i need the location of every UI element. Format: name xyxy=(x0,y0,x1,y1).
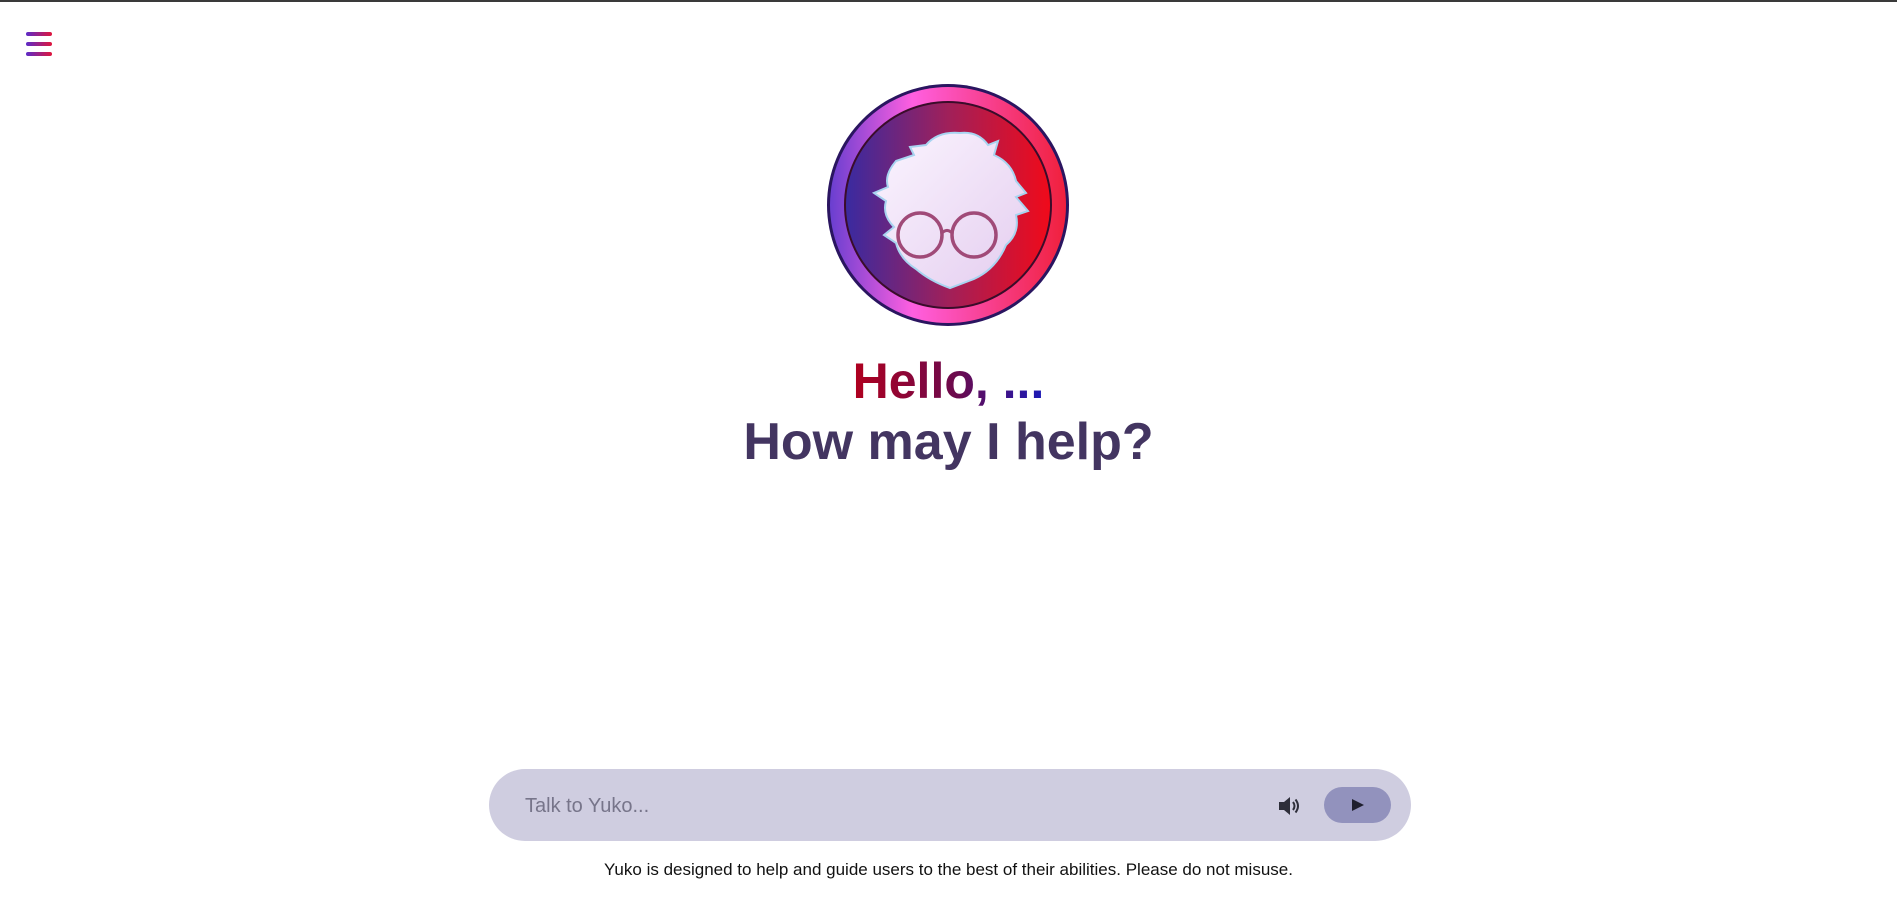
speaker-icon[interactable] xyxy=(1276,793,1302,819)
help-subtitle: How may I help? xyxy=(743,413,1154,471)
greeting-text: Hello, ... xyxy=(852,353,1045,409)
menu-bar-line xyxy=(26,52,52,56)
hamburger-menu-icon[interactable] xyxy=(24,30,54,58)
menu-bar-line xyxy=(26,32,52,36)
disclaimer-text: Yuko is designed to help and guide users… xyxy=(604,860,1293,879)
send-button[interactable] xyxy=(1324,787,1391,823)
send-arrow-icon xyxy=(1352,799,1364,811)
greeting-heading: Hello, ... xyxy=(0,352,1897,410)
chat-message-input[interactable] xyxy=(523,785,1227,827)
chat-input-bar xyxy=(489,769,1411,841)
menu-bar-line xyxy=(26,42,52,46)
yuko-avatar-logo xyxy=(827,84,1069,326)
window-top-border xyxy=(0,0,1897,2)
